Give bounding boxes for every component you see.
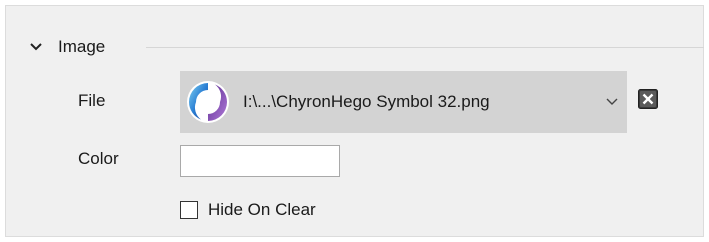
chevron-down-icon[interactable] [28, 39, 44, 55]
chevron-down-icon[interactable] [605, 95, 619, 109]
file-dropdown[interactable]: I:\...\ChyronHego Symbol 32.png [180, 71, 627, 133]
color-swatch-field[interactable] [180, 145, 340, 177]
hide-on-clear-option[interactable]: Hide On Clear [180, 198, 316, 222]
file-label: File [78, 91, 106, 110]
section-divider [146, 47, 704, 48]
image-section-header[interactable]: Image [28, 34, 105, 60]
hide-on-clear-label: Hide On Clear [208, 200, 316, 219]
hide-on-clear-checkbox[interactable] [180, 201, 198, 219]
chyronhego-logo-icon [187, 81, 229, 123]
section-title: Image [58, 37, 106, 56]
file-path-value: I:\...\ChyronHego Symbol 32.png [243, 92, 490, 111]
close-box-icon[interactable] [638, 89, 658, 109]
color-label: Color [78, 149, 119, 168]
